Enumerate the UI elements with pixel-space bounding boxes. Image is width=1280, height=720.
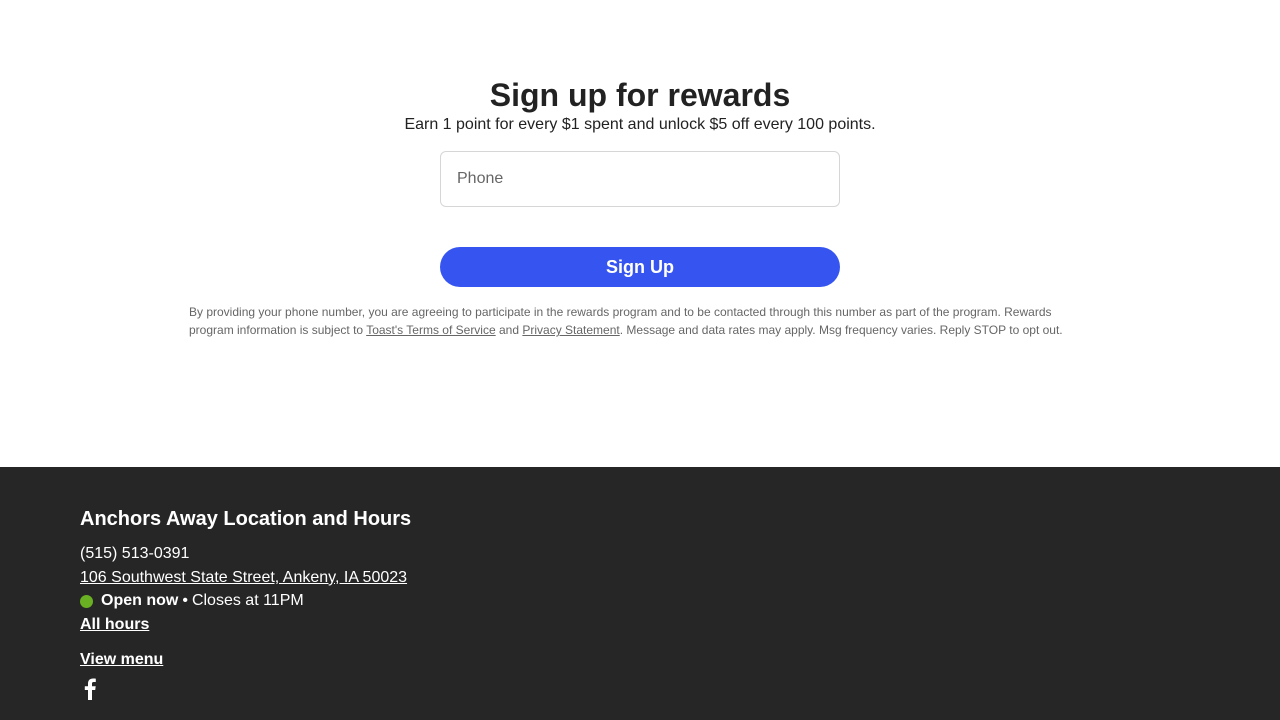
sign-up-button[interactable]: Sign Up [440, 247, 840, 287]
facebook-icon [84, 678, 96, 700]
disclaimer-text-end: . Message and data rates may apply. Msg … [619, 323, 1063, 337]
rewards-subtitle: Earn 1 point for every $1 spent and unlo… [404, 116, 876, 133]
footer: Anchors Away Location and Hours (515) 51… [0, 467, 1280, 720]
rewards-disclaimer: By providing your phone number, you are … [189, 303, 1089, 339]
closing-time: Closes at 11PM [191, 592, 304, 609]
all-hours-link[interactable]: All hours [80, 615, 149, 635]
status-separator: • [182, 592, 188, 609]
open-now-label: Open now [101, 592, 179, 609]
privacy-statement-link[interactable]: Privacy Statement [522, 323, 619, 337]
open-status: Open now • Closes at 11PM [80, 591, 304, 611]
rewards-section: Sign up for rewards Earn 1 point for eve… [0, 0, 1280, 467]
terms-of-service-link[interactable]: Toast's Terms of Service [366, 323, 495, 337]
facebook-link[interactable] [80, 677, 100, 701]
disclaimer-text-and: and [495, 323, 523, 337]
phone-input[interactable] [440, 151, 840, 207]
open-status-dot-icon [80, 594, 93, 608]
rewards-title: Sign up for rewards [489, 77, 791, 113]
address-link[interactable]: 106 Southwest State Street, Ankeny, IA 5… [80, 568, 407, 588]
location-hours-title: Anchors Away Location and Hours [80, 508, 412, 530]
view-menu-link[interactable]: View menu [80, 650, 163, 670]
page: Sign up for rewards Earn 1 point for eve… [0, 0, 1280, 720]
restaurant-phone: (515) 513-0391 [80, 545, 190, 562]
